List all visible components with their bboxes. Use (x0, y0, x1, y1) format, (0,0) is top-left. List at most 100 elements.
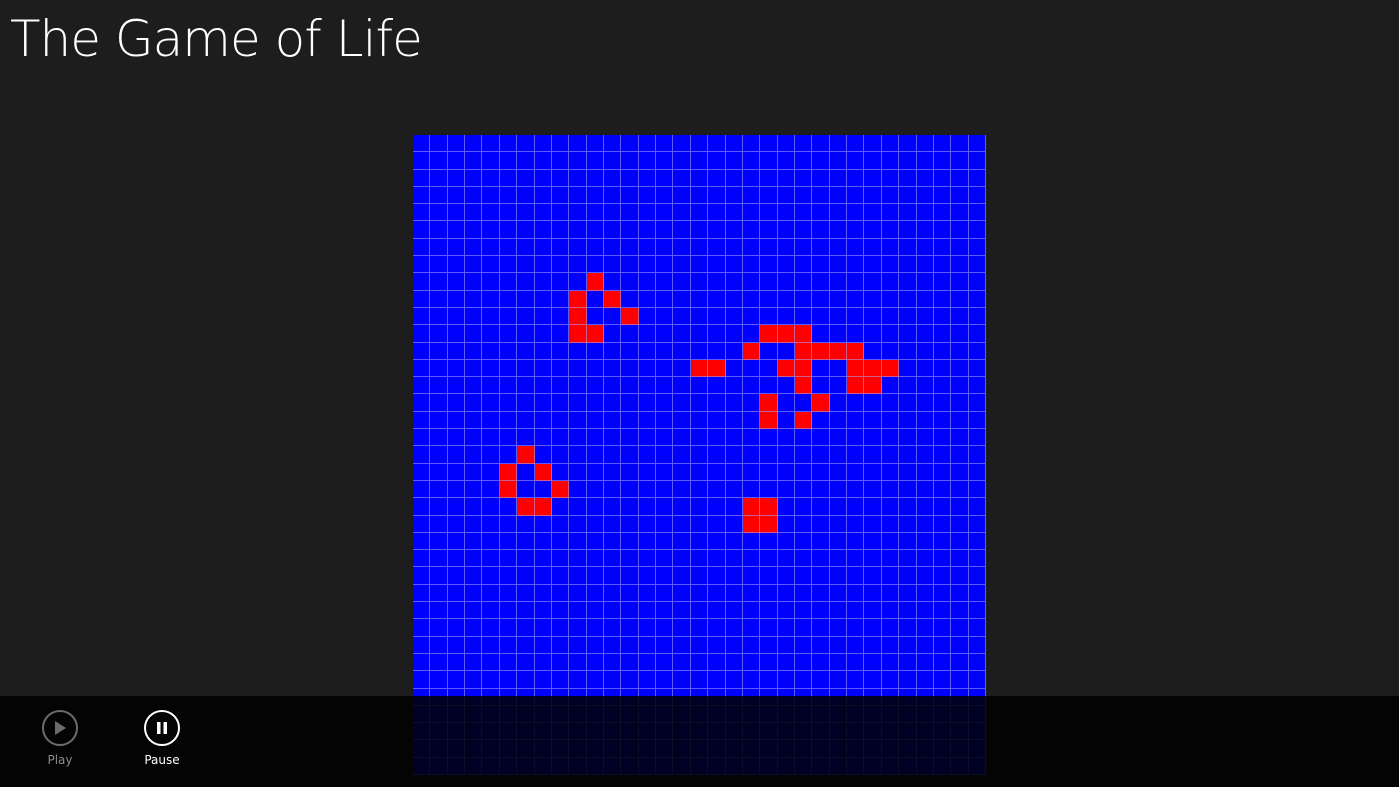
dead-cell[interactable] (482, 636, 500, 654)
dead-cell[interactable] (551, 394, 570, 412)
dead-cell[interactable] (551, 256, 570, 274)
dead-cell[interactable] (465, 307, 483, 326)
dead-cell[interactable] (760, 169, 778, 187)
dead-cell[interactable] (603, 584, 622, 603)
dead-cell[interactable] (829, 221, 848, 239)
dead-cell[interactable] (829, 290, 848, 308)
dead-cell[interactable] (413, 636, 431, 654)
dead-cell[interactable] (829, 463, 848, 481)
dead-cell[interactable] (690, 567, 709, 585)
dead-cell[interactable] (690, 602, 709, 620)
dead-cell[interactable] (638, 602, 657, 620)
dead-cell[interactable] (482, 238, 500, 257)
dead-cell[interactable] (673, 498, 691, 516)
dead-cell[interactable] (742, 653, 761, 672)
dead-cell[interactable] (413, 602, 431, 620)
dead-cell[interactable] (916, 394, 934, 412)
dead-cell[interactable] (517, 515, 535, 533)
dead-cell[interactable] (447, 325, 466, 343)
dead-cell[interactable] (760, 480, 778, 499)
dead-cell[interactable] (881, 152, 900, 170)
dead-cell[interactable] (951, 186, 969, 205)
dead-cell[interactable] (916, 584, 934, 603)
dead-cell[interactable] (742, 325, 761, 343)
dead-cell[interactable] (933, 359, 952, 378)
dead-cell[interactable] (673, 307, 691, 326)
dead-cell[interactable] (933, 342, 952, 360)
dead-cell[interactable] (413, 550, 431, 568)
dead-cell[interactable] (864, 152, 882, 170)
dead-cell[interactable] (760, 550, 778, 568)
dead-cell[interactable] (569, 429, 587, 447)
dead-cell[interactable] (829, 186, 848, 205)
dead-cell[interactable] (899, 152, 917, 170)
dead-cell[interactable] (881, 394, 900, 412)
dead-cell[interactable] (760, 204, 778, 222)
dead-cell[interactable] (829, 446, 848, 464)
dead-cell[interactable] (638, 584, 657, 603)
dead-cell[interactable] (621, 653, 639, 672)
dead-cell[interactable] (968, 152, 986, 170)
dead-cell[interactable] (690, 221, 709, 239)
dead-cell[interactable] (621, 446, 639, 464)
dead-cell[interactable] (447, 359, 466, 378)
dead-cell[interactable] (465, 221, 483, 239)
dead-cell[interactable] (690, 411, 709, 430)
dead-cell[interactable] (829, 238, 848, 257)
dead-cell[interactable] (690, 671, 709, 689)
dead-cell[interactable] (638, 238, 657, 257)
dead-cell[interactable] (760, 221, 778, 239)
dead-cell[interactable] (465, 446, 483, 464)
dead-cell[interactable] (569, 342, 587, 360)
dead-cell[interactable] (760, 653, 778, 672)
dead-cell[interactable] (933, 256, 952, 274)
dead-cell[interactable] (517, 359, 535, 378)
alive-cell[interactable] (760, 498, 778, 516)
dead-cell[interactable] (864, 550, 882, 568)
dead-cell[interactable] (465, 256, 483, 274)
dead-cell[interactable] (413, 515, 431, 533)
alive-cell[interactable] (794, 359, 813, 378)
dead-cell[interactable] (586, 256, 604, 274)
dead-cell[interactable] (517, 550, 535, 568)
dead-cell[interactable] (916, 359, 934, 378)
dead-cell[interactable] (656, 671, 674, 689)
dead-cell[interactable] (447, 636, 466, 654)
dead-cell[interactable] (951, 636, 969, 654)
dead-cell[interactable] (638, 653, 657, 672)
dead-cell[interactable] (465, 135, 483, 153)
dead-cell[interactable] (933, 602, 952, 620)
dead-cell[interactable] (864, 342, 882, 360)
dead-cell[interactable] (638, 480, 657, 499)
dead-cell[interactable] (569, 221, 587, 239)
dead-cell[interactable] (603, 480, 622, 499)
dead-cell[interactable] (968, 325, 986, 343)
dead-cell[interactable] (794, 619, 813, 637)
dead-cell[interactable] (499, 532, 518, 551)
dead-cell[interactable] (586, 169, 604, 187)
dead-cell[interactable] (777, 550, 795, 568)
dead-cell[interactable] (899, 238, 917, 257)
dead-cell[interactable] (916, 498, 934, 516)
dead-cell[interactable] (829, 411, 848, 430)
dead-cell[interactable] (881, 446, 900, 464)
dead-cell[interactable] (430, 429, 448, 447)
dead-cell[interactable] (899, 359, 917, 378)
dead-cell[interactable] (656, 342, 674, 360)
dead-cell[interactable] (621, 273, 639, 291)
dead-cell[interactable] (708, 429, 726, 447)
dead-cell[interactable] (586, 532, 604, 551)
dead-cell[interactable] (517, 238, 535, 257)
dead-cell[interactable] (517, 584, 535, 603)
dead-cell[interactable] (968, 186, 986, 205)
dead-cell[interactable] (482, 602, 500, 620)
dead-cell[interactable] (673, 290, 691, 308)
dead-cell[interactable] (951, 550, 969, 568)
alive-cell[interactable] (847, 377, 865, 395)
dead-cell[interactable] (829, 498, 848, 516)
dead-cell[interactable] (760, 307, 778, 326)
dead-cell[interactable] (968, 429, 986, 447)
game-board[interactable] (413, 135, 986, 775)
dead-cell[interactable] (899, 221, 917, 239)
dead-cell[interactable] (881, 256, 900, 274)
